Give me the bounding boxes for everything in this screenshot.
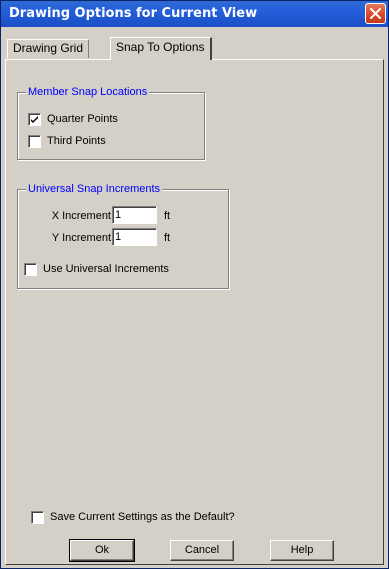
y-increment-row: Y Increment ft [18,228,228,248]
help-button[interactable]: Help [270,540,334,561]
use-universal-row[interactable]: Use Universal Increments [24,262,169,276]
save-default-label: Save Current Settings as the Default? [50,511,235,523]
use-universal-checkbox[interactable] [24,262,37,276]
cancel-button[interactable]: Cancel [170,540,234,561]
x-increment-label: X Increment [51,210,111,222]
ok-button[interactable]: Ok [69,539,135,562]
universal-snap-group: Universal Snap Increments X Increment ft… [17,182,229,289]
save-default-row[interactable]: Save Current Settings as the Default? [31,510,235,524]
quarter-points-row[interactable]: Quarter Points [28,112,118,126]
member-snap-legend: Member Snap Locations [26,85,150,99]
third-points-checkbox[interactable] [28,134,41,148]
x-increment-input[interactable] [112,206,157,224]
use-universal-label: Use Universal Increments [43,263,169,275]
quarter-points-checkbox[interactable] [28,112,41,126]
third-points-label: Third Points [47,135,106,147]
universal-snap-legend: Universal Snap Increments [26,182,163,196]
tab-drawing-grid[interactable]: Drawing Grid [7,39,90,58]
tab-strip: Drawing Grid Snap To Options [5,37,385,60]
y-increment-unit: ft [164,232,171,244]
quarter-points-label: Quarter Points [47,113,118,125]
title-bar[interactable]: Drawing Options for Current View [1,1,388,27]
dialog-button-row: Ok Cancel Help [1,539,389,562]
x-increment-row: X Increment ft [18,206,228,226]
x-increment-unit: ft [164,210,171,222]
third-points-row[interactable]: Third Points [28,134,106,148]
tab-snap-to-options[interactable]: Snap To Options [110,37,212,60]
close-button[interactable] [365,3,386,24]
close-icon [370,8,381,19]
dialog-window: Drawing Options for Current View Drawing… [0,0,389,569]
window-title: Drawing Options for Current View [9,6,258,21]
y-increment-label: Y Increment [51,232,111,244]
checkmark-icon [31,115,38,123]
tab-panel-snap-to-options: Member Snap Locations Quarter Points Thi… [5,59,384,565]
save-default-checkbox[interactable] [31,510,44,524]
member-snap-group: Member Snap Locations Quarter Points Thi… [17,85,205,160]
y-increment-input[interactable] [112,228,157,246]
